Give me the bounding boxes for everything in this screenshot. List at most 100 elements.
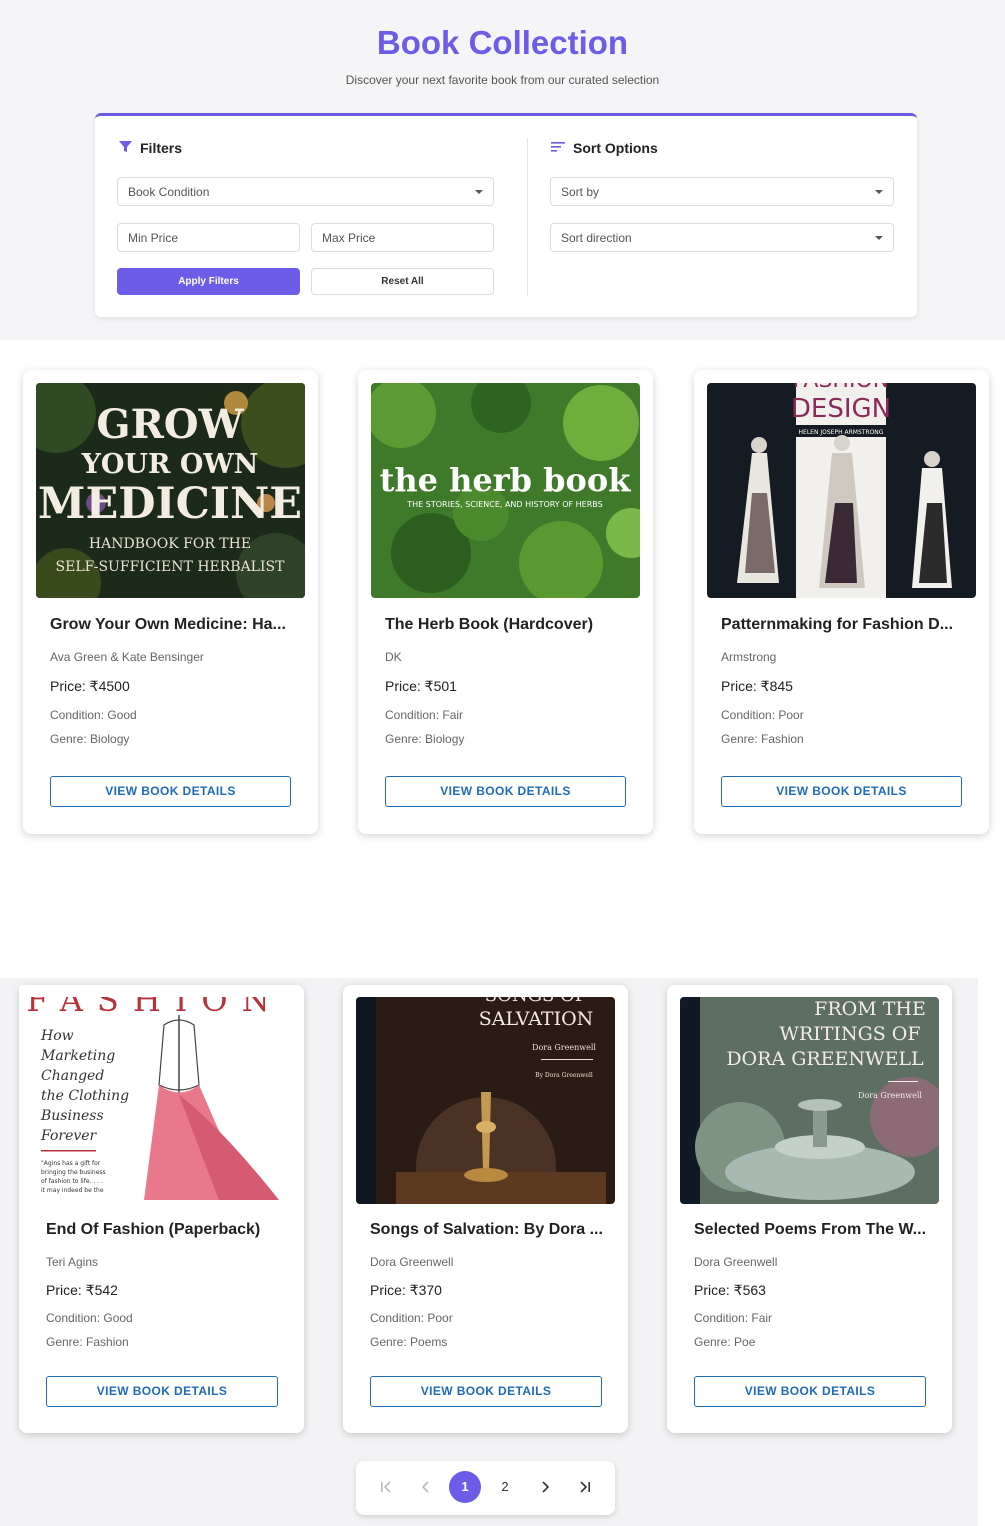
svg-text:bringing the business: bringing the business (41, 1169, 106, 1176)
sort-heading: Sort Options (551, 140, 658, 156)
book-title[interactable]: Selected Poems From The W... (694, 1221, 934, 1239)
book-card[interactable]: GROW YOUR OWN MEDICINE HANDBOOK FOR THE … (23, 370, 318, 834)
sort-direction-placeholder: Sort direction (561, 230, 632, 245)
book-author: Dora Greenwell (370, 1255, 454, 1269)
reset-all-button[interactable]: Reset All (311, 268, 494, 295)
max-price-input[interactable]: Max Price (311, 223, 494, 252)
svg-text:the herb book: the herb book (380, 461, 632, 499)
book-title[interactable]: Songs of Salvation: By Dora ... (370, 1221, 610, 1239)
apply-filters-button[interactable]: Apply Filters (117, 268, 300, 295)
book-condition: Condition: Good (50, 708, 137, 722)
svg-text:Dora Greenwell: Dora Greenwell (858, 1091, 922, 1100)
book-card[interactable]: FASHION How Marketing Changed the Clothi… (19, 985, 304, 1433)
svg-text:HANDBOOK FOR THE: HANDBOOK FOR THE (89, 536, 251, 552)
page-subtitle: Discover your next favorite book from ou… (345, 73, 660, 87)
book-condition: Condition: Fair (385, 708, 464, 722)
svg-text:By Dora Greenwell: By Dora Greenwell (535, 1072, 593, 1079)
view-book-details-button[interactable]: VIEW BOOK DETAILS (721, 776, 962, 807)
svg-text:SALVATION: SALVATION (479, 1008, 594, 1030)
panel-divider (527, 138, 528, 296)
dropdown-caret-icon (875, 190, 883, 194)
sort-title: Sort Options (573, 140, 658, 156)
svg-text:SELF-SUFFICIENT HERBALIST: SELF-SUFFICIENT HERBALIST (56, 559, 286, 575)
chevron-left-icon[interactable] (410, 1471, 442, 1503)
svg-text:Changed: Changed (41, 1068, 104, 1084)
book-card[interactable]: SONGS OF SALVATION Dora Greenwell By Dor… (343, 985, 628, 1433)
svg-text:HELEN JOSEPH ARMSTRONG: HELEN JOSEPH ARMSTRONG (799, 429, 884, 436)
book-genre: Genre: Biology (50, 732, 130, 746)
book-condition: Condition: Good (46, 1311, 133, 1325)
view-book-details-button[interactable]: VIEW BOOK DETAILS (694, 1376, 926, 1407)
view-book-details-button[interactable]: VIEW BOOK DETAILS (385, 776, 626, 807)
page-button-current[interactable]: 1 (449, 1471, 481, 1503)
book-cover-image[interactable]: FASHION DESIGN HELEN JOSEPH ARMSTRONG (707, 383, 976, 598)
filter-icon (119, 140, 132, 156)
view-book-details-button[interactable]: VIEW BOOK DETAILS (370, 1376, 602, 1407)
svg-text:DESIGN: DESIGN (791, 394, 891, 424)
pagination: 1 2 (356, 1461, 615, 1515)
svg-text:it may indeed be the: it may indeed be the (41, 1187, 104, 1194)
book-price: Price: ₹542 (46, 1282, 118, 1298)
book-condition: Condition: Poor (370, 1311, 453, 1325)
book-author: DK (385, 650, 402, 664)
svg-text:MEDICINE: MEDICINE (38, 479, 302, 529)
page-button[interactable]: 2 (489, 1471, 521, 1503)
sort-direction-select[interactable]: Sort direction (550, 223, 894, 252)
book-genre: Genre: Fashion (721, 732, 804, 746)
svg-text:Business: Business (40, 1108, 104, 1124)
min-price-placeholder: Min Price (128, 230, 179, 245)
book-price: Price: ₹845 (721, 678, 793, 694)
page-title: Book Collection (376, 24, 629, 61)
book-author: Armstrong (721, 650, 777, 664)
svg-text:FASHION: FASHION (793, 383, 889, 393)
max-price-placeholder: Max Price (322, 230, 376, 245)
book-cover-image[interactable]: SONGS OF SALVATION Dora Greenwell By Dor… (356, 997, 615, 1204)
book-cover-image[interactable]: GROW YOUR OWN MEDICINE HANDBOOK FOR THE … (36, 383, 305, 598)
book-genre: Genre: Poe (694, 1335, 756, 1349)
svg-text:SONGS OF: SONGS OF (485, 997, 588, 1006)
svg-text:DORA GREENWELL: DORA GREENWELL (726, 1048, 924, 1070)
book-condition: Condition: Fair (694, 1311, 773, 1325)
chevron-right-icon[interactable] (529, 1471, 561, 1503)
book-condition-select[interactable]: Book Condition (117, 177, 494, 206)
book-genre: Genre: Biology (385, 732, 465, 746)
book-card[interactable]: FASHION DESIGN HELEN JOSEPH ARMSTRONG Pa… (694, 370, 989, 834)
svg-text:WRITINGS OF: WRITINGS OF (779, 1023, 920, 1045)
book-card[interactable]: the herb book THE STORIES, SCIENCE, AND … (358, 370, 653, 834)
book-card[interactable]: FROM THE WRITINGS OF DORA GREENWELL Dora… (667, 985, 952, 1433)
svg-text:FROM THE: FROM THE (814, 998, 926, 1020)
svg-text:How: How (40, 1028, 74, 1044)
filters-title: Filters (140, 140, 183, 156)
view-book-details-button[interactable]: VIEW BOOK DETAILS (46, 1376, 278, 1407)
book-cover-image[interactable]: the herb book THE STORIES, SCIENCE, AND … (371, 383, 640, 598)
book-condition: Condition: Poor (721, 708, 804, 722)
svg-text:Forever: Forever (40, 1128, 98, 1144)
svg-text:Marketing: Marketing (40, 1048, 115, 1064)
svg-text:the Clothing: the Clothing (41, 1088, 129, 1104)
book-genre: Genre: Poems (370, 1335, 448, 1349)
filters-heading: Filters (119, 140, 182, 156)
book-author: Teri Agins (46, 1255, 99, 1269)
min-price-input[interactable]: Min Price (117, 223, 300, 252)
last-page-icon[interactable] (569, 1471, 601, 1503)
first-page-icon[interactable] (370, 1471, 402, 1503)
svg-text:Dora Greenwell: Dora Greenwell (532, 1043, 596, 1052)
dropdown-caret-icon (875, 236, 883, 240)
book-title[interactable]: Grow Your Own Medicine: Ha... (50, 616, 295, 634)
book-title[interactable]: End Of Fashion (Paperback) (46, 1221, 286, 1239)
book-genre: Genre: Fashion (46, 1335, 129, 1349)
view-book-details-button[interactable]: VIEW BOOK DETAILS (50, 776, 291, 807)
book-condition-placeholder: Book Condition (128, 184, 210, 199)
book-cover-image[interactable]: FASHION How Marketing Changed the Clothi… (19, 985, 291, 1204)
header-section: Book Collection Discover your next favor… (0, 0, 1005, 340)
sort-by-select[interactable]: Sort by (550, 177, 894, 206)
sort-icon (551, 140, 565, 156)
book-price: Price: ₹563 (694, 1282, 766, 1298)
book-title[interactable]: Patternmaking for Fashion D... (721, 616, 966, 634)
cover-line: GROW (96, 401, 244, 448)
book-author: Dora Greenwell (694, 1255, 778, 1269)
svg-text:THE STORIES, SCIENCE, AND HIST: THE STORIES, SCIENCE, AND HISTORY OF HER… (406, 500, 602, 509)
book-cover-image[interactable]: FROM THE WRITINGS OF DORA GREENWELL Dora… (680, 997, 939, 1204)
sort-by-placeholder: Sort by (561, 184, 600, 199)
book-title[interactable]: The Herb Book (Hardcover) (385, 616, 630, 634)
